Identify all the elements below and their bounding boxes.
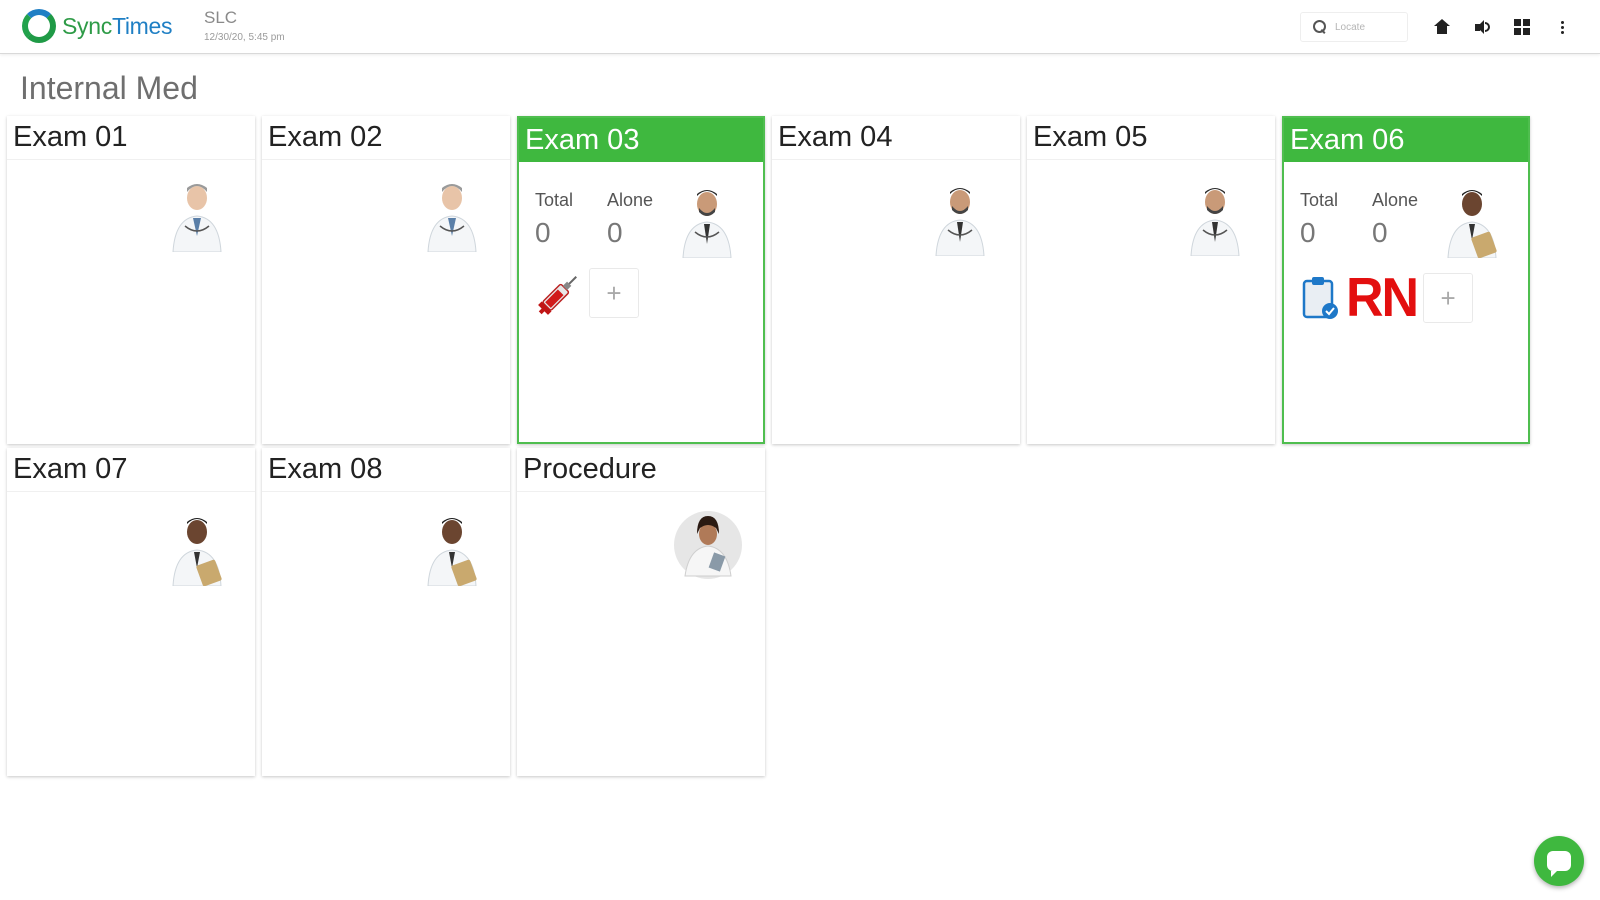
male-doctor-clipboard-icon [420, 512, 484, 587]
chat-button[interactable] [1534, 836, 1584, 886]
total-stat: Total 0 [535, 190, 607, 249]
male-doctor-grey-icon [165, 178, 229, 253]
room-title: Exam 07 [7, 448, 255, 492]
male-doctor-grey-icon [420, 178, 484, 253]
clipboard-check-icon[interactable] [1300, 275, 1340, 321]
male-doctor-beard-icon [928, 182, 992, 257]
logo-text: SyncTimes [62, 12, 173, 39]
room-title: Exam 08 [262, 448, 510, 492]
add-staff-button[interactable]: + [1423, 273, 1474, 323]
room-card-exam-01[interactable]: Exam 01 [7, 116, 255, 444]
speaker-icon[interactable] [1472, 17, 1492, 37]
room-stats: Total 0 Alone 0 [535, 190, 679, 249]
room-card-exam-05[interactable]: Exam 05 [1027, 116, 1275, 444]
room-card-exam-02[interactable]: Exam 02 [262, 116, 510, 444]
room-card-exam-06[interactable]: Exam 06 Total 0 Alone 0 RN + [1282, 116, 1530, 444]
alone-label: Alone [1372, 190, 1419, 210]
search-icon [1313, 20, 1327, 34]
logo-ring-icon [22, 9, 56, 43]
room-title: Exam 01 [7, 116, 255, 160]
alone-value: 0 [1372, 217, 1388, 248]
male-doctor-clipboard-icon [1440, 184, 1504, 259]
total-value: 0 [1300, 217, 1316, 248]
room-title: Exam 06 [1284, 118, 1528, 162]
home-icon[interactable] [1432, 17, 1452, 37]
room-tools: + [535, 268, 639, 318]
total-value: 0 [535, 217, 551, 248]
alone-stat: Alone 0 [1372, 190, 1444, 249]
add-staff-button[interactable]: + [589, 268, 639, 318]
page-title: Internal Med [20, 70, 198, 106]
rn-badge[interactable]: RN [1346, 267, 1419, 330]
syringe-icon[interactable] [535, 268, 585, 318]
alone-stat: Alone 0 [607, 190, 679, 249]
alone-label: Alone [607, 190, 654, 210]
top-bar: SyncTimes SLC 12/30/20, 5:45 pm [0, 0, 1600, 54]
room-title: Exam 05 [1027, 116, 1275, 160]
more-vert-icon[interactable] [1552, 17, 1572, 37]
site-info: SLC 12/30/20, 5:45 pm [204, 8, 285, 43]
total-label: Total [1300, 190, 1339, 210]
chat-bubble-icon [1547, 851, 1571, 877]
room-title: Procedure [517, 448, 765, 492]
synctimes-logo[interactable]: SyncTimes [22, 8, 173, 44]
room-title: Exam 03 [519, 118, 763, 162]
room-card-exam-08[interactable]: Exam 08 [262, 448, 510, 776]
female-doctor-icon [673, 510, 743, 580]
male-doctor-clipboard-icon [165, 512, 229, 587]
room-grid: Exam 01 Exam 02 Exam 03 Total 0 Alone 0 [7, 116, 1567, 786]
male-doctor-beard-icon [1183, 182, 1247, 257]
room-card-procedure[interactable]: Procedure [517, 448, 765, 776]
room-title: Exam 02 [262, 116, 510, 160]
room-card-exam-03[interactable]: Exam 03 Total 0 Alone 0 + [517, 116, 765, 444]
locate-search[interactable] [1300, 12, 1408, 42]
room-card-exam-04[interactable]: Exam 04 [772, 116, 1020, 444]
search-input[interactable] [1335, 21, 1405, 33]
total-stat: Total 0 [1300, 190, 1372, 249]
site-name: SLC [204, 8, 238, 27]
room-title: Exam 04 [772, 116, 1020, 160]
total-label: Total [535, 190, 574, 210]
room-tools: RN + [1300, 267, 1474, 330]
room-card-exam-07[interactable]: Exam 07 [7, 448, 255, 776]
grid-view-icon[interactable] [1512, 17, 1532, 37]
male-doctor-beard-icon [675, 184, 739, 259]
room-stats: Total 0 Alone 0 [1300, 190, 1444, 249]
site-datetime: 12/30/20, 5:45 pm [204, 32, 285, 43]
alone-value: 0 [607, 217, 623, 248]
